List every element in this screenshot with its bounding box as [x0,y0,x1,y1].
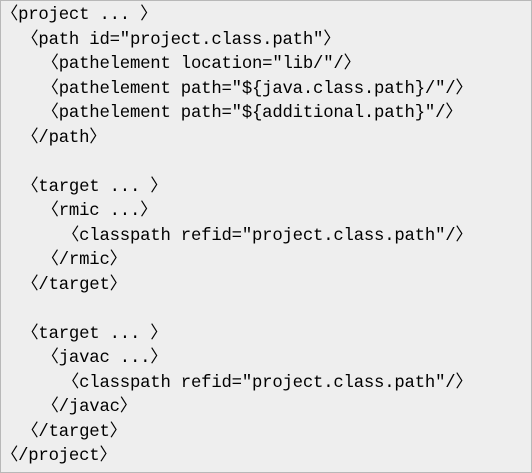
code-line-path-close: 〈/path〉 [1,128,107,148]
code-line-target-javac-open: 〈target ... 〉 [1,324,168,344]
code-line-javac-close: 〈/javac〉 [1,398,137,417]
code-line-path-open: 〈path id="project.class.path"〉 [1,30,341,50]
code-line-pathelement-location: 〈pathelement location="lib/"/〉 [1,55,361,74]
code-listing: 〈project ... 〉 〈path id="project.class.p… [0,0,532,473]
code-line-rmic-close: 〈/rmic〉 [1,251,127,270]
code-line-target-rmic-open: 〈target ... 〉 [1,177,168,197]
code-line-pathelement-additional-path: 〈pathelement path="${additional.path}"/〉 [1,104,463,123]
code-line-rmic-classpath: 〈classpath refid="project.class.path"/〉 [1,226,473,246]
code-line-javac-classpath: 〈classpath refid="project.class.path"/〉 [1,373,473,393]
code-line-pathelement-java-path: 〈pathelement path="${java.class.path}/"/… [1,79,473,99]
code-line-javac-open: 〈javac ...〉 [1,349,168,368]
code-line-target-rmic-close: 〈/target〉 [1,275,127,295]
code-line-project-open: 〈project ... 〉 [1,6,158,25]
code-line-project-close: 〈/project〉 [1,447,117,466]
code-line-rmic-open: 〈rmic ...〉 [1,202,158,221]
code-line-target-javac-close: 〈/target〉 [1,422,127,442]
